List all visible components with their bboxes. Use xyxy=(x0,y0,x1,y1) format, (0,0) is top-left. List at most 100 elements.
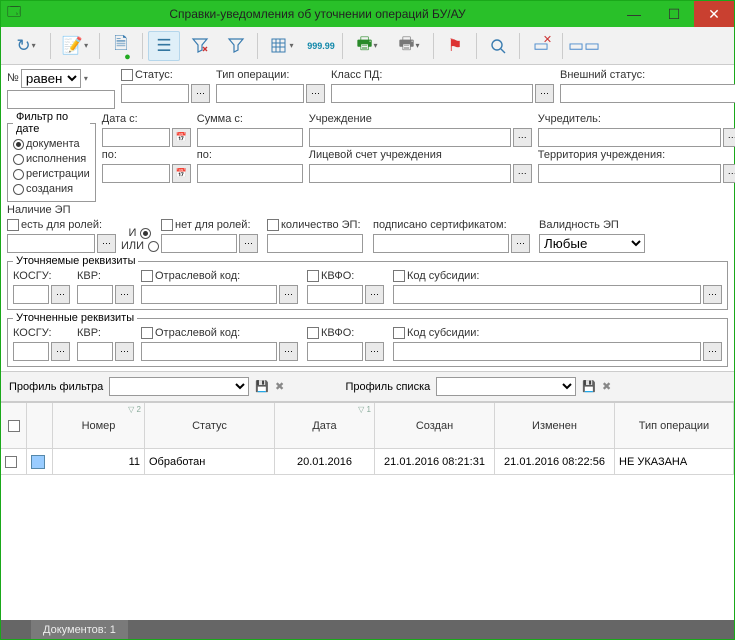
refresh-button[interactable]: ↻▾ xyxy=(7,31,45,61)
row-check[interactable] xyxy=(5,456,17,468)
founder-label: Учредитель: xyxy=(538,113,735,125)
dateto-cal[interactable]: 📅 xyxy=(172,164,191,183)
ep-yes-pick[interactable]: ⋯ xyxy=(97,234,116,253)
edit-button[interactable]: 📝▾ xyxy=(56,31,94,61)
grid-checkall[interactable] xyxy=(8,420,20,432)
radio-date-doc[interactable] xyxy=(13,139,24,150)
orgacc-input[interactable] xyxy=(309,164,511,183)
ep-no-pick[interactable]: ⋯ xyxy=(239,234,258,253)
col-status[interactable]: Статус xyxy=(145,403,275,448)
maximize-button[interactable]: ☐ xyxy=(654,1,694,27)
profile-list-select[interactable] xyxy=(436,377,576,396)
status-input[interactable] xyxy=(121,84,189,103)
filter-panel-button[interactable]: ☰ xyxy=(148,31,180,61)
flag-button[interactable]: ⚑ xyxy=(439,31,471,61)
ep-count-input[interactable] xyxy=(267,234,363,253)
save-icon-2[interactable]: 💾 xyxy=(582,380,596,393)
founder-input[interactable] xyxy=(538,128,721,147)
num-op-select[interactable]: равен xyxy=(21,69,81,88)
save-icon[interactable]: 💾 xyxy=(255,380,269,393)
add-button[interactable]: 🗎● xyxy=(105,31,137,61)
fs-clarifying: Уточненные реквизиты КОСГУ:⋯ КВР:⋯ Отрас… xyxy=(7,312,728,367)
profile-list-label: Профиль списка xyxy=(345,381,430,393)
fs2-kvr[interactable] xyxy=(77,342,113,361)
minimize-button[interactable]: — xyxy=(614,1,654,27)
clear-icon-2[interactable]: ✖ xyxy=(602,380,611,393)
num-input[interactable] xyxy=(7,90,115,109)
window-title: Справки-уведомления об уточнении операци… xyxy=(21,7,614,21)
territory-input[interactable] xyxy=(538,164,721,183)
radio-or[interactable] xyxy=(148,241,159,252)
ep-no-chk[interactable] xyxy=(161,219,173,231)
signedcert-label: подписано сертификатом: xyxy=(373,219,533,231)
status-pick[interactable]: ⋯ xyxy=(191,84,210,103)
sumto-label: по: xyxy=(197,149,303,161)
optype-input[interactable] xyxy=(216,84,304,103)
territory-label: Территория учреждения: xyxy=(538,149,735,161)
sumfrom-label: Сумма с: xyxy=(197,113,303,125)
founder-pick[interactable]: ⋯ xyxy=(723,128,735,147)
col-num[interactable]: Номер▽ 2 xyxy=(53,403,145,448)
status-bar: Документов: 1 xyxy=(1,620,734,639)
fs2-kosgu[interactable] xyxy=(13,342,49,361)
orgacc-pick[interactable]: ⋯ xyxy=(513,164,532,183)
num-label: № xyxy=(7,72,19,84)
org-input[interactable] xyxy=(309,128,511,147)
fs1-subsidy[interactable] xyxy=(393,285,701,304)
filter-reset-button[interactable] xyxy=(184,31,216,61)
col-date[interactable]: Дата▽ 1 xyxy=(275,403,375,448)
search-button[interactable] xyxy=(482,31,514,61)
optype-pick[interactable]: ⋯ xyxy=(306,84,325,103)
ep-count-chk[interactable] xyxy=(267,219,279,231)
signedcert-input[interactable] xyxy=(373,234,509,253)
profile-filter-select[interactable] xyxy=(109,377,249,396)
profile-filter-label: Профиль фильтра xyxy=(9,381,103,393)
date-filter-fieldset: Фильтр по дате документа исполнения реги… xyxy=(7,111,96,202)
org-pick[interactable]: ⋯ xyxy=(513,128,532,147)
ep-yes-chk[interactable] xyxy=(7,219,19,231)
ep-yes-input[interactable] xyxy=(7,234,95,253)
radio-date-exec[interactable] xyxy=(13,154,24,165)
fs2-kvfo[interactable] xyxy=(307,342,363,361)
print-button[interactable]: 🖶▾ xyxy=(390,31,428,61)
sumto-input[interactable] xyxy=(197,164,303,183)
fs2-subsidy[interactable] xyxy=(393,342,701,361)
radio-date-reg[interactable] xyxy=(13,169,24,180)
sumfrom-input[interactable] xyxy=(197,128,303,147)
datefrom-cal[interactable]: 📅 xyxy=(172,128,191,147)
numbers-button[interactable]: 999.99 xyxy=(305,31,337,61)
radio-date-create[interactable] xyxy=(13,184,24,195)
print-send-button[interactable]: 🖶▾ xyxy=(348,31,386,61)
radio-and[interactable] xyxy=(140,228,151,239)
fs1-kvfo[interactable] xyxy=(307,285,363,304)
org-label: Учреждение xyxy=(309,113,532,125)
dateto-input[interactable] xyxy=(102,164,170,183)
close-tab-button[interactable]: ▭✕ xyxy=(525,31,557,61)
extstatus-input[interactable] xyxy=(560,84,735,103)
pdclass-input[interactable] xyxy=(331,84,533,103)
pdclass-pick[interactable]: ⋯ xyxy=(535,84,554,103)
fs2-otras[interactable] xyxy=(141,342,277,361)
fs1-kosgu[interactable] xyxy=(13,285,49,304)
epvalid-select[interactable]: Любые xyxy=(539,234,645,253)
titlebar: 🗔 Справки-уведомления об уточнении опера… xyxy=(1,1,734,27)
windows-button[interactable]: ▭▭ xyxy=(568,31,600,61)
fs1-otras[interactable] xyxy=(141,285,277,304)
datefrom-input[interactable] xyxy=(102,128,170,147)
orgacc-label: Лицевой счет учреждения xyxy=(309,149,532,161)
table-row[interactable]: 11 Обработан 20.01.2016 21.01.2016 08:21… xyxy=(1,449,734,475)
fs1-kvr[interactable] xyxy=(77,285,113,304)
col-optype[interactable]: Тип операции xyxy=(615,403,734,448)
col-changed[interactable]: Изменен xyxy=(495,403,615,448)
filter-apply-button[interactable] xyxy=(220,31,252,61)
grid-button[interactable]: ▾ xyxy=(263,31,301,61)
signedcert-pick[interactable]: ⋯ xyxy=(511,234,530,253)
col-created[interactable]: Создан xyxy=(375,403,495,448)
territory-pick[interactable]: ⋯ xyxy=(723,164,735,183)
status-label: Статус: xyxy=(135,69,173,81)
close-button[interactable]: ✕ xyxy=(694,1,734,27)
clear-icon[interactable]: ✖ xyxy=(275,380,284,393)
status-chk[interactable] xyxy=(121,69,133,81)
ep-no-input[interactable] xyxy=(161,234,237,253)
ep-label: Наличие ЭП xyxy=(7,204,119,216)
